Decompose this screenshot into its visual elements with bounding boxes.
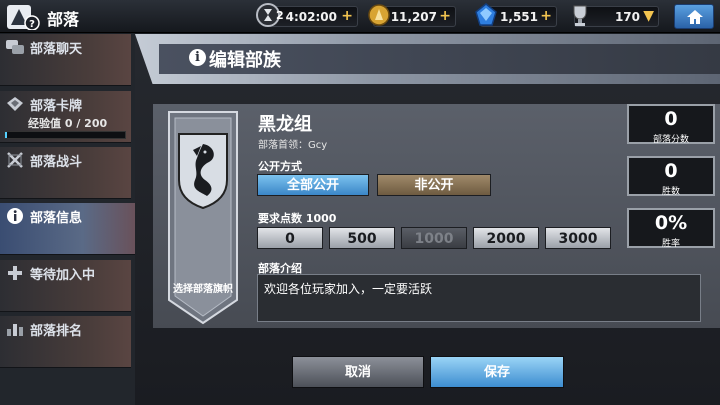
sidebar: 部落聊天 部落卡牌 经验值 0 / 200 部落战斗 部落信息 等待加入中 部落… (0, 34, 138, 405)
gem-icon (473, 2, 499, 28)
save-button[interactable]: 保存 (430, 356, 564, 388)
exp-progress-fill (5, 132, 8, 138)
requirement-option-2000[interactable]: 2000 (473, 227, 539, 249)
page-title: 编辑部族 (209, 50, 281, 71)
gem-value: 1,551 (500, 10, 538, 24)
publicity-label: 公开方式 (258, 160, 302, 173)
crossed-swords-icon (7, 152, 23, 168)
gold-value: 11,207 (390, 10, 437, 24)
private-button[interactable]: 非公开 (377, 174, 491, 196)
edit-clan-panel: 选择部落旗帜 黑龙组 部落首领：Gcy 公开方式 全部公开 非公开 要求点数 1… (153, 104, 720, 328)
time-plus-button[interactable]: + (341, 8, 353, 24)
clan-name: 黑龙组 (258, 114, 312, 135)
requirement-option-0[interactable]: 0 (257, 227, 323, 249)
trophy-dropdown-arrow[interactable]: ▼ (643, 8, 654, 24)
stat-win-rate: 0% 胜率 (627, 208, 715, 249)
requirement-option-3000[interactable]: 3000 (545, 227, 611, 249)
gem-plus-button[interactable]: + (540, 8, 552, 24)
cancel-button[interactable]: 取消 (292, 356, 424, 388)
home-button[interactable] (674, 4, 714, 29)
sidebar-item-chat[interactable]: 部落聊天 (0, 34, 131, 86)
exp-progress-bar (4, 131, 126, 139)
exp-label: 经验值 0 / 200 (28, 117, 108, 130)
trophy-icon (567, 2, 593, 28)
plus-icon (8, 266, 22, 280)
gem-resource[interactable]: 1,551 + (475, 3, 557, 27)
stat-wins: 0 胜数 (627, 156, 715, 197)
stat-caption: 胜率 (661, 239, 680, 249)
sidebar-item-pending[interactable]: 等待加入中 (0, 260, 131, 312)
ranking-icon (7, 324, 23, 336)
requirement-option-500[interactable]: 500 (329, 227, 395, 249)
trophy-resource[interactable]: 170 ▼ (573, 5, 659, 27)
banner-selector[interactable]: 选择部落旗帜 (167, 110, 239, 325)
trophy-value: 170 (614, 10, 640, 24)
stat-clan-score: 0 部落分数 (627, 104, 715, 145)
info-icon (7, 208, 23, 224)
sidebar-item-label: 部落聊天 (30, 42, 83, 57)
main-content: i 编辑部族 选择部落旗帜 黑龙组 部落首领：Gcy 公开方式 全部公开 非公开… (135, 34, 720, 405)
sidebar-item-label: 部落信息 (30, 211, 83, 226)
banner-label: 选择部落旗帜 (173, 284, 233, 295)
clan-leader: 部落首领：Gcy (258, 140, 328, 151)
requirement-option-1000[interactable]: 1000 (401, 227, 467, 249)
gold-coin-icon (366, 2, 392, 28)
time-value: 4:02:00 (285, 10, 337, 24)
time-resource[interactable]: 2 4:02:00 + (256, 3, 358, 27)
cards-icon (7, 97, 23, 111)
gold-plus-button[interactable]: + (439, 8, 451, 24)
intro-text: 欢迎各位玩家加入，一定要活跃 (264, 282, 433, 296)
home-icon (687, 10, 703, 24)
chat-icon (6, 40, 24, 54)
public-all-button[interactable]: 全部公开 (257, 174, 369, 196)
sidebar-item-label: 部落战斗 (30, 155, 83, 170)
gold-resource[interactable]: 11,207 + (368, 4, 456, 27)
top-bar: ? 部落 2 4:02:00 + 11,207 + 1,551 + 170 ▼ (0, 0, 720, 33)
sidebar-item-label: 等待加入中 (30, 268, 96, 283)
stat-caption: 胜数 (661, 187, 680, 197)
clan-logo-icon: ? (6, 3, 40, 31)
sidebar-item-battle[interactable]: 部落战斗 (0, 147, 131, 199)
intro-textbox[interactable]: 欢迎各位玩家加入，一定要活跃 (257, 274, 701, 322)
svg-text:?: ? (29, 19, 35, 30)
stat-value: 0 (664, 160, 678, 182)
sidebar-item-cards[interactable]: 部落卡牌 经验值 0 / 200 (0, 91, 131, 143)
info-icon: i (189, 49, 206, 66)
hourglass-count: 2 (276, 9, 284, 22)
app-title: 部落 (47, 10, 80, 29)
stat-value: 0 (664, 108, 678, 130)
sidebar-item-info[interactable]: 部落信息 (0, 203, 138, 255)
requirement-label: 要求点数 1000 (258, 212, 337, 225)
stat-caption: 部落分数 (652, 135, 689, 145)
stat-value: 0% (654, 212, 688, 234)
sidebar-item-label: 部落排名 (30, 324, 83, 339)
sidebar-item-label: 部落卡牌 (30, 99, 83, 114)
sidebar-item-ranking[interactable]: 部落排名 (0, 316, 131, 368)
